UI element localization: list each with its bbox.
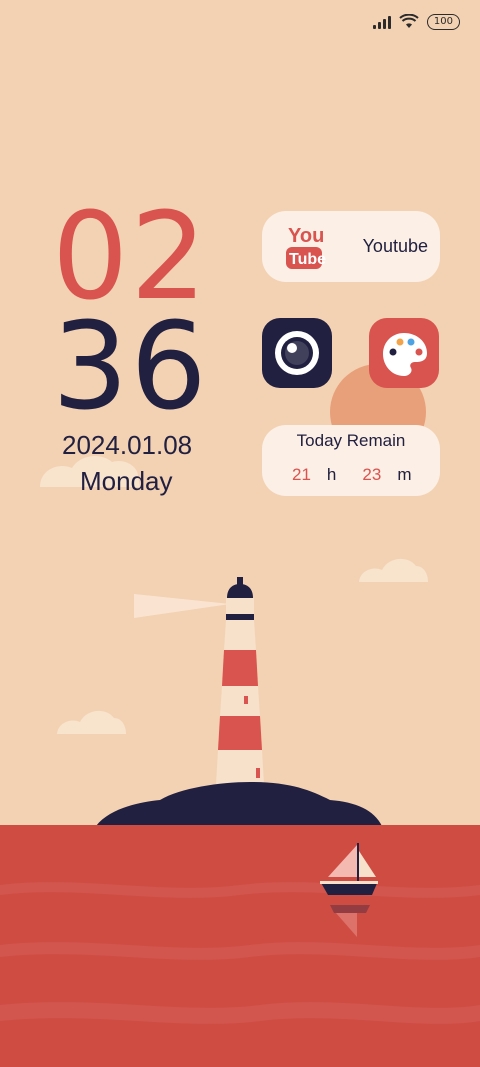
wallpaper	[0, 0, 480, 1067]
remain-hours-unit: h	[326, 465, 337, 484]
battery-icon: 100	[426, 14, 460, 30]
wifi-icon	[399, 14, 419, 28]
remain-values: 21 h 23 m	[292, 465, 411, 485]
clock-minute: 36	[52, 298, 209, 437]
signal-icon	[372, 15, 391, 29]
sea-art	[0, 843, 480, 1024]
youtube-widget[interactable]: You Tube Youtube	[262, 211, 440, 282]
youtube-logo-bottom: Tube	[289, 251, 326, 268]
camera-icon	[275, 331, 319, 375]
camera-app-button[interactable]	[262, 318, 332, 388]
sailboat	[320, 843, 378, 937]
youtube-label: Youtube	[362, 236, 428, 256]
cloud	[57, 710, 126, 734]
remain-minutes-unit: m	[397, 465, 412, 484]
palette-app-button[interactable]	[369, 318, 439, 388]
remain-minutes: 23	[362, 465, 382, 484]
lighthouse	[216, 577, 264, 784]
today-remain-widget[interactable]: Today Remain 21 h 23 m	[262, 425, 440, 496]
light-beam	[134, 594, 230, 618]
weekday-label: Monday	[80, 466, 173, 496]
youtube-logo-top: You	[288, 225, 324, 247]
status-bar: 100	[372, 12, 460, 32]
youtube-icon: You Tube	[286, 225, 326, 269]
island	[96, 782, 382, 826]
remain-hours: 21	[292, 465, 311, 484]
palette-icon	[383, 333, 427, 376]
date-label: 2024.01.08	[62, 430, 193, 460]
cloud	[359, 558, 428, 582]
sea	[0, 825, 480, 1067]
remain-title: Today Remain	[296, 431, 406, 450]
